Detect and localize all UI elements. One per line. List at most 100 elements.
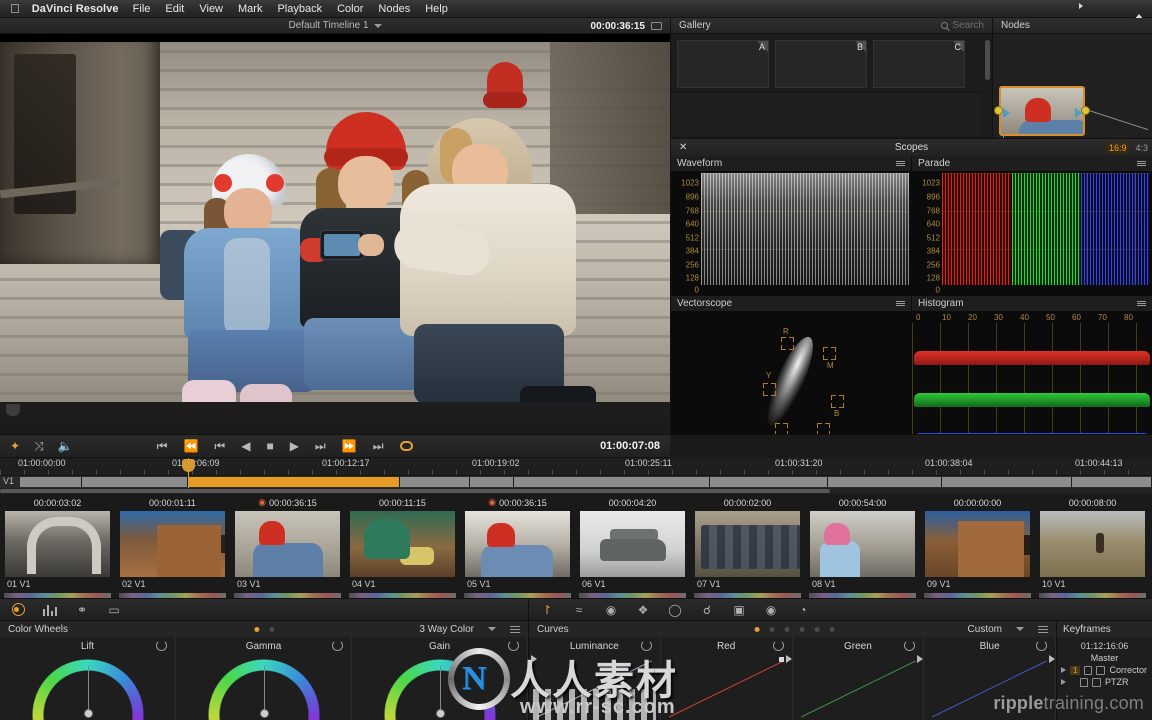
reset-icon[interactable] [772,640,784,651]
power-window-icon[interactable]: ◉ [603,603,619,617]
timeline-scroll-thumb[interactable] [0,489,830,493]
gallery-scrollbar[interactable] [985,40,990,80]
page-dot[interactable] [784,626,790,632]
scope-menu-icon[interactable] [1137,161,1146,166]
curve-handle[interactable] [778,657,784,662]
rgb-mixer-icon[interactable] [42,603,58,617]
chevron-down-icon[interactable] [1016,627,1024,631]
timecode-display-icon[interactable] [651,22,662,30]
reset-icon[interactable] [156,640,167,651]
chevron-down-icon[interactable] [488,627,496,631]
reset-icon[interactable] [640,640,652,651]
scope-waveform[interactable]: Waveform 1023 896 768 640 512 384 256 12… [671,156,912,296]
menu-item-color[interactable]: Color [337,3,363,15]
clip-thumbnail[interactable]: 00:00:01:11 02 V1 [115,494,230,598]
timeline-clip[interactable] [514,477,710,487]
gallery-still[interactable]: A [677,40,769,88]
menu-item-help[interactable]: Help [425,3,448,15]
scope-menu-icon[interactable] [896,300,905,306]
apple-menu-icon[interactable]:  [10,2,20,15]
color-wheels-page-dots[interactable] [254,626,275,632]
timeline-track-v1[interactable]: V1 [0,476,1152,488]
tracker-icon[interactable]: ❖ [635,603,651,617]
reset-icon[interactable] [904,640,916,651]
curve-luminance[interactable]: Luminance [529,637,661,720]
curves-icon[interactable]: ↾ [539,603,555,617]
page-dot-active[interactable] [254,626,260,632]
options-menu-icon[interactable] [1038,625,1048,633]
curves-mode-value[interactable]: Custom [968,624,1002,635]
scopes-aspect-16-9[interactable]: 16:9 [1105,142,1130,153]
curves-page-dots[interactable] [754,626,835,632]
curve-handle-top[interactable] [1049,655,1055,663]
loop-icon[interactable] [399,441,413,451]
camera-raw-icon[interactable]: ▭ [106,603,122,617]
color-wheel-lift[interactable]: Lift [0,637,176,720]
clip-thumbnail[interactable]: 00:00:04:20 06 V1 [575,494,690,598]
scope-menu-icon[interactable] [896,161,905,166]
clip-thumbnail[interactable]: 00:00:08:00 10 V1 [1035,494,1150,598]
scope-menu-icon[interactable] [1137,300,1146,306]
node-corrector-1[interactable] [999,86,1085,136]
color-wheels-icon[interactable] [10,603,26,617]
timeline-clip[interactable] [1072,477,1152,487]
timeline-clip[interactable] [710,477,828,487]
playhead-handle[interactable] [182,459,195,472]
input-source-icon[interactable] [1111,2,1124,15]
chevron-right-icon[interactable] [1061,679,1066,685]
shuffle-icon[interactable]: ⤨ [34,440,44,452]
audio-icon[interactable]: 🔈 [58,440,73,452]
clip-thumbnail[interactable]: 00:00:11:15 04 V1 [345,494,460,598]
menu-item-app[interactable]: DaVinci Resolve [32,3,119,15]
menu-item-playback[interactable]: Playback [277,3,322,15]
gamma-wheel-inner[interactable] [208,659,320,720]
scope-histogram[interactable]: Histogram 0 10 20 30 40 50 60 70 80 [912,295,1152,435]
page-dot[interactable] [769,626,775,632]
curve-handle-top[interactable] [917,655,924,663]
screen-record-icon[interactable] [1067,2,1080,15]
menu-item-file[interactable]: File [133,3,151,15]
stereo-icon[interactable]: ◉ [763,603,779,617]
wheel-handle[interactable] [83,709,93,718]
rewind-button[interactable]: ⏪ [183,440,198,452]
step-forward-button[interactable]: ⏭ [315,440,326,452]
clip-thumbnail[interactable]: 00:00:03:02 01 V1 [0,494,115,598]
keyer-icon[interactable]: ⚭ [74,603,90,617]
timeline-selector[interactable]: Default Timeline 1 [288,20,382,31]
timeline-clip[interactable] [400,477,470,487]
stop-button[interactable]: ■ [266,440,273,452]
reset-icon[interactable] [332,640,343,651]
node-graph[interactable]: 1 16:9 4:3 [993,34,1152,156]
key-icon[interactable]: ☌ [699,603,715,617]
menu-item-edit[interactable]: Edit [165,3,184,15]
keyframe-toggle-icon[interactable] [1096,665,1106,675]
fast-forward-button[interactable]: ⏩ [342,440,357,452]
timeline-clip[interactable] [470,477,514,487]
clip-thumbnail[interactable]: 00:00:02:00 07 V1 [690,494,805,598]
scopes-aspect-4-3[interactable]: 4:3 [1135,143,1148,153]
color-wheel-gamma[interactable]: Gamma [176,637,352,720]
menu-item-nodes[interactable]: Nodes [378,3,410,15]
wheel-handle[interactable] [435,709,445,718]
color-wheels-mode-value[interactable]: 3 Way Color [419,624,474,635]
skip-to-start-button[interactable]: ⏮ [157,440,168,452]
previous-marker-button[interactable]: ⏮ [214,440,225,452]
data-burn-icon[interactable]: ◔ [795,603,811,617]
page-dot-active[interactable] [754,626,760,632]
timeline-clip[interactable] [828,477,942,487]
scope-parade[interactable]: Parade 1023 896 768 640 512 384 256 128 … [912,156,1152,296]
menu-item-mark[interactable]: Mark [238,3,262,15]
green-curve-graph[interactable] [797,655,924,720]
gallery-still[interactable]: C [873,40,965,88]
timeline-clip[interactable] [942,477,1072,487]
keyframe-toggle-icon[interactable] [1092,677,1101,687]
red-curve-graph[interactable] [665,655,792,720]
shield-icon[interactable] [1089,2,1102,15]
lock-icon[interactable] [1084,665,1093,675]
color-wheel-gain[interactable]: Gain [352,637,528,720]
timeline-ruler[interactable]: 01:00:00:00 01:00:06:09 01:00:12:17 01:0… [0,458,1152,476]
qualifier-icon[interactable]: ≈ [571,603,587,617]
reset-icon[interactable] [508,640,519,651]
wand-icon[interactable]: ✦ [10,440,20,452]
menu-item-view[interactable]: View [199,3,223,15]
